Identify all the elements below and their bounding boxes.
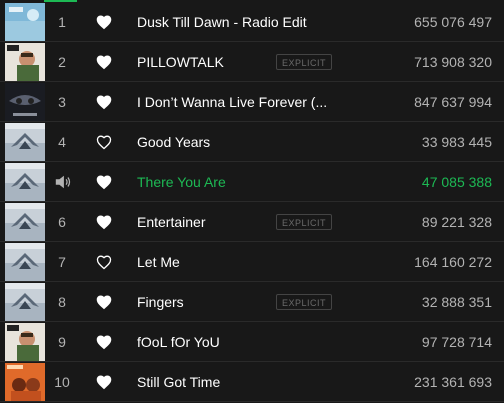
album-cover bbox=[5, 123, 45, 161]
play-count: 89 221 328 bbox=[421, 214, 492, 230]
track-title[interactable]: fOoL fOr YoU bbox=[137, 322, 220, 362]
track-number: 1 bbox=[58, 14, 66, 30]
explicit-badge: EXPLICIT bbox=[276, 54, 332, 70]
track-title[interactable]: Good Years bbox=[137, 122, 210, 162]
track-title[interactable]: I Don’t Wanna Live Forever (... bbox=[137, 82, 327, 122]
track-row[interactable]: 7 Let Me 164 160 272 bbox=[0, 242, 504, 282]
track-number: 4 bbox=[58, 134, 66, 150]
track-number: 6 bbox=[58, 214, 66, 230]
track-number: 7 bbox=[58, 254, 66, 270]
track-row[interactable]: 8 Fingers EXPLICIT 32 888 351 bbox=[0, 282, 504, 322]
track-row[interactable]: 9 fOoL fOr YoU 97 728 714 bbox=[0, 322, 504, 362]
album-cover bbox=[5, 83, 45, 121]
track-number: 2 bbox=[58, 54, 66, 70]
speaker-icon bbox=[54, 174, 72, 190]
heart-filled-icon[interactable] bbox=[95, 294, 113, 310]
track-title[interactable]: Fingers bbox=[137, 282, 184, 322]
track-number: 9 bbox=[58, 334, 66, 350]
track-title[interactable]: PILLOWTALK bbox=[137, 42, 224, 82]
heart-filled-icon[interactable] bbox=[95, 374, 113, 390]
heart-filled-icon[interactable] bbox=[95, 94, 113, 110]
track-row[interactable]: 3 I Don’t Wanna Live Forever (... 847 637 … bbox=[0, 82, 504, 122]
album-cover bbox=[5, 283, 45, 321]
track-number: 3 bbox=[58, 94, 66, 110]
play-count: 33 983 445 bbox=[421, 134, 492, 150]
track-title[interactable]: Let Me bbox=[137, 242, 180, 282]
play-count: 847 637 994 bbox=[414, 94, 492, 110]
track-list: 1 Dusk Till Dawn - Radio Edit 655 076 497 2… bbox=[0, 0, 504, 403]
track-title[interactable]: Entertainer bbox=[137, 202, 205, 242]
heart-filled-icon[interactable] bbox=[95, 14, 113, 30]
play-count: 97 728 714 bbox=[421, 334, 492, 350]
track-row[interactable]: There You Are 47 085 388 bbox=[0, 162, 504, 202]
heart-filled-icon[interactable] bbox=[95, 214, 113, 230]
track-title[interactable]: Dusk Till Dawn - Radio Edit bbox=[137, 2, 307, 42]
album-cover bbox=[5, 3, 45, 41]
track-row[interactable]: 1 Dusk Till Dawn - Radio Edit 655 076 497 bbox=[0, 2, 504, 42]
track-number: 10 bbox=[54, 374, 70, 390]
heart-filled-icon[interactable] bbox=[95, 174, 113, 190]
track-row[interactable]: 10 Still Got Time 231 361 693 bbox=[0, 362, 504, 402]
heart-outline-icon[interactable] bbox=[95, 134, 113, 150]
album-cover bbox=[5, 203, 45, 241]
heart-filled-icon[interactable] bbox=[95, 334, 113, 350]
heart-filled-icon[interactable] bbox=[95, 54, 113, 70]
track-row[interactable]: 6 Entertainer EXPLICIT 89 221 328 bbox=[0, 202, 504, 242]
explicit-badge: EXPLICIT bbox=[276, 214, 332, 230]
play-count: 32 888 351 bbox=[421, 294, 492, 310]
track-title[interactable]: There You Are bbox=[137, 162, 226, 202]
album-cover bbox=[5, 243, 45, 281]
track-row[interactable]: 4 Good Years 33 983 445 bbox=[0, 122, 504, 162]
heart-outline-icon[interactable] bbox=[95, 254, 113, 270]
album-cover bbox=[5, 323, 45, 361]
track-row[interactable]: 2 PILLOWTALK EXPLICIT 713 908 320 bbox=[0, 42, 504, 82]
play-count: 713 908 320 bbox=[414, 54, 492, 70]
album-cover bbox=[5, 43, 45, 81]
track-number: 8 bbox=[58, 294, 66, 310]
explicit-badge: EXPLICIT bbox=[276, 294, 332, 310]
play-count: 655 076 497 bbox=[414, 14, 492, 30]
album-cover bbox=[5, 163, 45, 201]
album-cover bbox=[5, 363, 45, 401]
track-title[interactable]: Still Got Time bbox=[137, 362, 220, 402]
play-count: 47 085 388 bbox=[421, 174, 492, 190]
play-count: 231 361 693 bbox=[414, 374, 492, 390]
play-count: 164 160 272 bbox=[414, 254, 492, 270]
